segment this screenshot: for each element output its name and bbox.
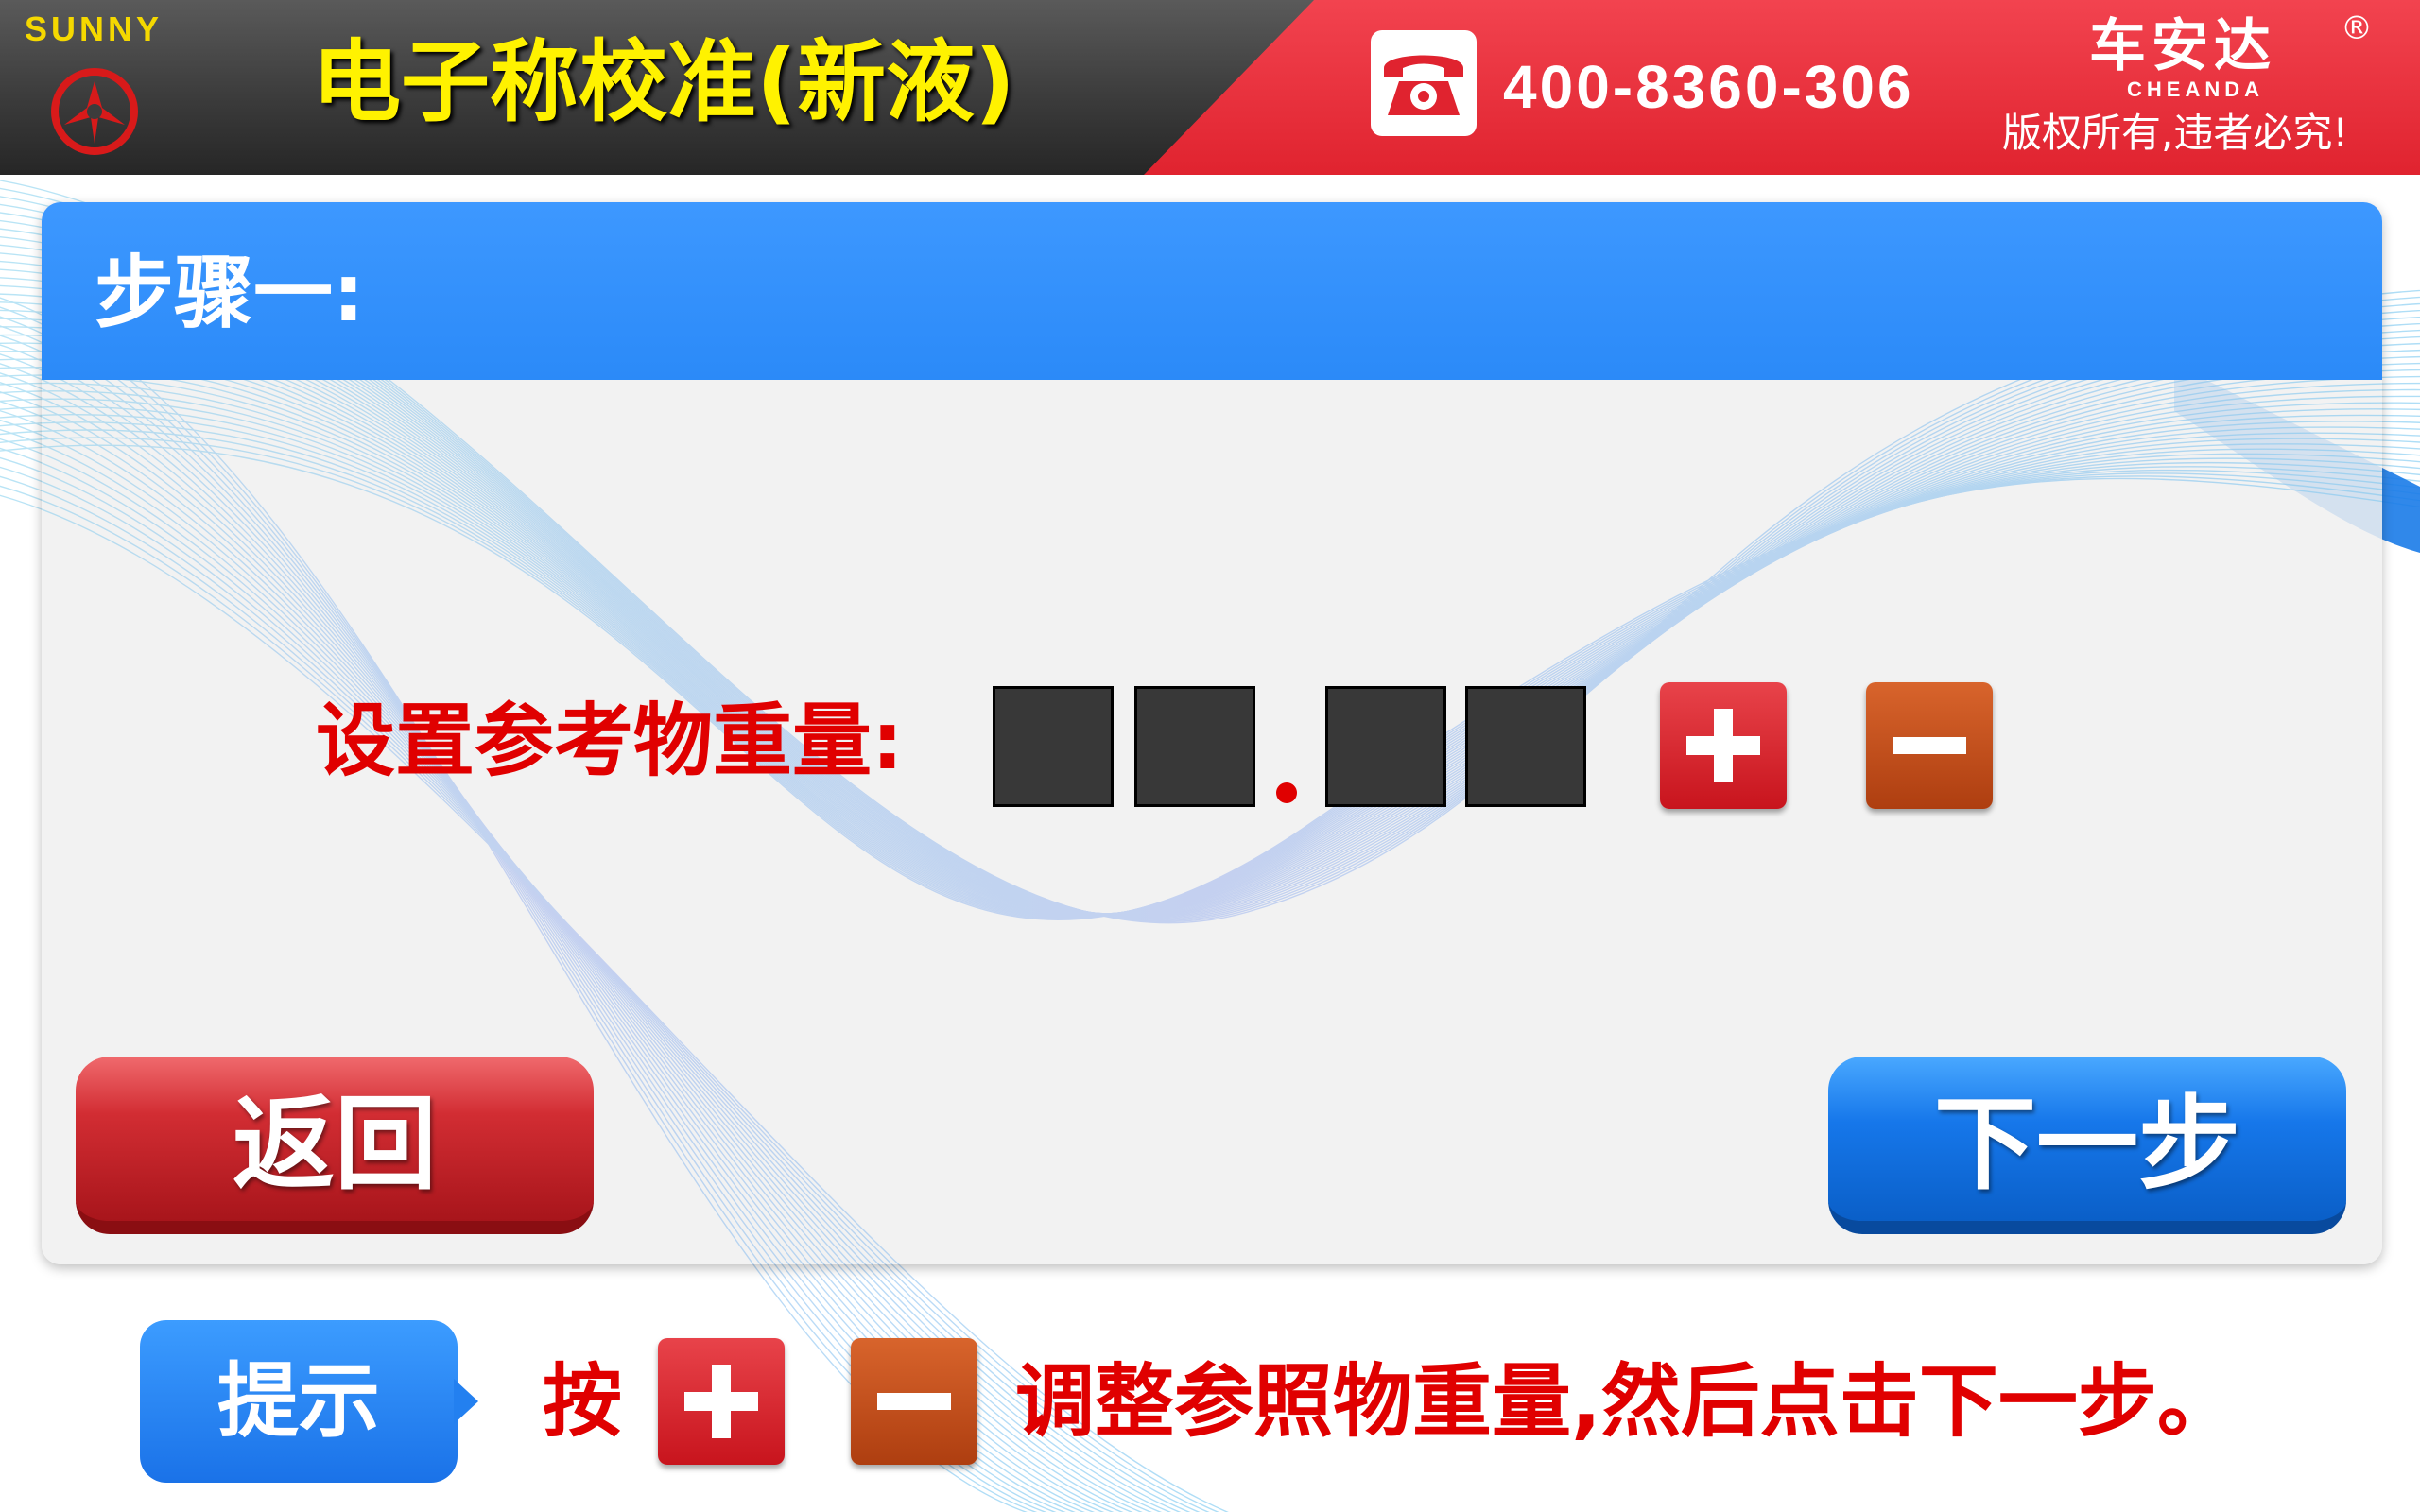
company-logo-english: CHEANDA [2127,77,2264,101]
hint-instruction-text: 调整参照物重量,然后点击下一步。 [1015,1355,2237,1448]
phone-number: 400-8360-306 [1503,53,1914,121]
weight-digit-1[interactable] [993,686,1114,807]
telephone-icon [1371,30,1477,136]
weight-digit-2[interactable] [1134,686,1255,807]
hint-minus-icon [851,1338,977,1465]
step-title: 步骤一: [95,247,365,339]
sunny-logo-icon [51,68,138,155]
page-title: 电子称校准(新液) [312,31,1015,134]
next-step-button[interactable]: 下一步 [1828,1057,2346,1234]
increase-weight-button[interactable] [1660,682,1787,809]
header-bar: SUNNY 电子称校准(新液) 400-8360-306 车安达 ® CHEAN… [0,0,2420,175]
hint-badge: 提示 [140,1320,478,1483]
plus-icon [1686,709,1760,782]
copyright-notice: 版权所有,违者必究! [2002,110,2349,156]
weight-setting-label: 设置参考物重量: [316,695,904,787]
hint-plus-icon [658,1338,785,1465]
weight-digit-4[interactable] [1465,686,1586,807]
calibration-panel: 步骤一: 设置参考物重量: 返回 下一步 [42,202,2382,1264]
step-header: 步骤一: [42,202,2382,380]
decrease-weight-button[interactable] [1866,682,1993,809]
hint-badge-label: 提示 [217,1354,380,1449]
company-logo-text: 车安达 [2089,13,2276,79]
minus-icon [1893,737,1966,754]
hint-text-press: 按 [543,1355,623,1448]
weight-digit-3[interactable] [1325,686,1446,807]
registered-mark: ® [2341,9,2373,47]
brand-name: SUNNY [25,9,164,48]
decimal-point [1276,782,1297,803]
hint-arrow-icon [454,1379,478,1424]
back-button[interactable]: 返回 [76,1057,594,1234]
